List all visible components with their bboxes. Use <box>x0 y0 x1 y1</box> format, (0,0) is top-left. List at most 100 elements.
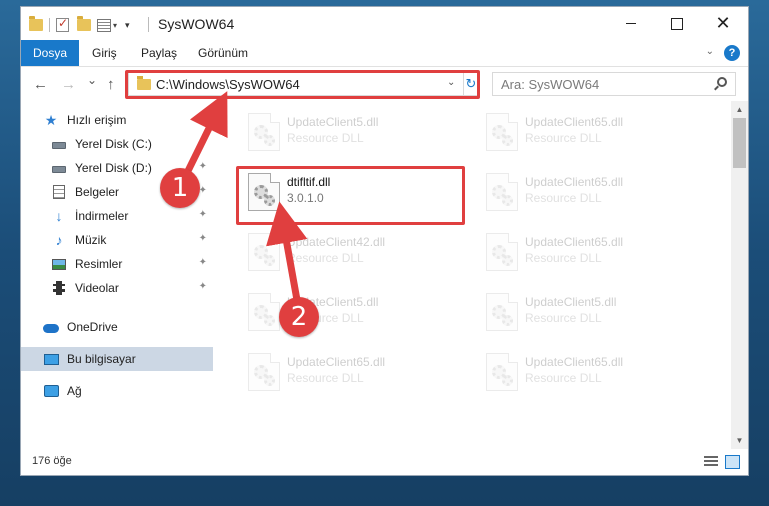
close-button[interactable]: ✕ <box>700 7 746 40</box>
music-icon: ♪ <box>55 232 63 248</box>
file-tile[interactable]: UpdateClient5.dll Resource DLL <box>238 109 468 157</box>
network-icon <box>43 385 59 397</box>
step-2-badge: 2 <box>279 297 319 337</box>
file-description: Resource DLL <box>525 191 602 205</box>
back-button[interactable]: ← <box>33 76 48 93</box>
file-tile[interactable]: UpdateClient65.dll Resource DLL <box>476 169 706 217</box>
expand-ribbon-icon[interactable]: ⌄ <box>706 46 714 57</box>
search-box[interactable]: Ara: SysWOW64 <box>492 72 736 96</box>
dll-file-icon <box>486 113 518 151</box>
videos-icon <box>53 281 65 295</box>
sidebar-item-label: Bu bilgisayar <box>67 352 136 366</box>
onedrive-icon <box>43 324 59 333</box>
file-tile[interactable]: UpdateClient65.dll Resource DLL <box>476 109 706 157</box>
address-highlight-box <box>125 70 480 99</box>
minimize-button[interactable] <box>608 7 654 40</box>
dll-file-icon <box>486 353 518 391</box>
sidebar-item-music[interactable]: ♪ Müzik ✦ <box>51 228 213 252</box>
file-tile[interactable]: UpdateClient42.dll Resource DLL <box>238 229 468 277</box>
window-title: SysWOW64 <box>147 16 235 32</box>
file-list: UpdateClient5.dll Resource DLL UpdateCli… <box>216 101 731 449</box>
title-bar: ▾ ▾ SysWOW64 ✕ <box>21 7 748 40</box>
file-description: Resource DLL <box>287 131 364 145</box>
recent-locations-button[interactable]: ⌄ <box>87 73 97 87</box>
tab-share[interactable]: Paylaş <box>129 40 189 66</box>
sidebar-item-label: Belgeler <box>75 185 120 199</box>
sidebar-item-label: Müzik <box>75 233 107 247</box>
navigation-bar: ← → ⌄ ↑ C:\Windows\SysWOW64 ⌄ ↻ Ara: Sys… <box>21 67 748 101</box>
file-description: Resource DLL <box>287 251 364 265</box>
file-description: Resource DLL <box>525 311 602 325</box>
sidebar-item-label: OneDrive <box>67 320 118 334</box>
pin-icon: ✦ <box>198 161 207 172</box>
sidebar-item-label: Videolar <box>75 281 119 295</box>
pin-icon: ✦ <box>198 257 207 268</box>
folder-icon <box>29 16 43 31</box>
dll-file-icon <box>486 293 518 331</box>
scroll-thumb[interactable] <box>733 118 746 168</box>
up-button[interactable]: ↑ <box>107 76 115 93</box>
dll-file-icon <box>248 113 280 151</box>
step-1-badge: 1 <box>160 168 200 208</box>
this-pc-icon <box>43 353 59 365</box>
documents-icon <box>53 185 65 199</box>
forward-button[interactable]: → <box>61 76 76 93</box>
help-icon[interactable]: ? <box>724 45 740 61</box>
tab-home[interactable]: Giriş <box>80 40 129 66</box>
drive-icon <box>52 166 66 173</box>
scroll-down-button[interactable]: ▼ <box>731 432 748 449</box>
sidebar-item-label: İndirmeler <box>75 209 129 223</box>
file-description: Resource DLL <box>287 371 364 385</box>
scroll-up-button[interactable]: ▲ <box>731 101 748 118</box>
item-count: 176 öğe <box>32 455 72 467</box>
sidebar-item-label: Yerel Disk (D:) <box>75 161 152 175</box>
vertical-scrollbar[interactable]: ▲ ▼ <box>731 101 748 449</box>
status-bar: 176 öğe <box>21 449 748 475</box>
details-view-icon[interactable] <box>704 456 718 468</box>
file-name: UpdateClient42.dll <box>287 235 386 249</box>
maximize-button[interactable] <box>654 7 700 40</box>
file-name: UpdateClient65.dll <box>525 355 624 369</box>
large-icons-view-icon[interactable] <box>725 455 740 469</box>
file-explorer-window: ▾ ▾ SysWOW64 ✕ Dosya Giriş Paylaş Görünü… <box>20 6 749 476</box>
sidebar-item-local-disk-c[interactable]: Yerel Disk (C:) <box>51 132 213 156</box>
sidebar-item-videos[interactable]: Videolar ✦ <box>51 276 213 300</box>
file-tile[interactable]: UpdateClient65.dll Resource DLL <box>476 229 706 277</box>
search-icon[interactable] <box>717 77 727 87</box>
file-tile[interactable]: UpdateClient5.dll Resource DLL <box>476 289 706 337</box>
sidebar-item-this-pc[interactable]: Bu bilgisayar <box>21 347 213 371</box>
pin-icon: ✦ <box>198 281 207 292</box>
tab-view[interactable]: Görünüm <box>186 40 260 66</box>
file-name: UpdateClient65.dll <box>287 355 386 369</box>
dll-file-icon <box>248 353 280 391</box>
tab-file[interactable]: Dosya <box>21 40 80 66</box>
dll-file-icon <box>248 293 280 331</box>
file-description: Resource DLL <box>525 251 602 265</box>
pictures-icon <box>52 258 66 270</box>
file-name: UpdateClient65.dll <box>525 235 624 249</box>
toolbar-divider <box>49 18 50 32</box>
sidebar-item-network[interactable]: Ağ <box>43 379 213 403</box>
ribbon-tabs: Dosya Giriş Paylaş Görünüm ⌄ ? <box>21 40 748 67</box>
file-name: UpdateClient5.dll <box>287 115 379 129</box>
drive-icon <box>52 142 66 149</box>
properties-check-icon[interactable] <box>56 16 69 32</box>
dll-file-icon <box>248 233 280 271</box>
sidebar-item-quick-access[interactable]: ★ Hızlı erişim <box>43 108 213 132</box>
file-name: UpdateClient65.dll <box>525 175 624 189</box>
download-icon: ↓ <box>55 208 63 224</box>
file-tile[interactable]: UpdateClient65.dll Resource DLL <box>476 349 706 397</box>
file-tile[interactable]: UpdateClient5.dll Resource DLL <box>238 289 468 337</box>
file-name: UpdateClient65.dll <box>525 115 624 129</box>
sidebar-item-pictures[interactable]: Resimler ✦ <box>51 252 213 276</box>
file-name: UpdateClient5.dll <box>525 295 617 309</box>
pin-icon: ✦ <box>198 233 207 244</box>
customize-toolbar-icon[interactable] <box>97 18 111 32</box>
file-tile[interactable]: UpdateClient65.dll Resource DLL <box>238 349 468 397</box>
sidebar-item-downloads[interactable]: ↓ İndirmeler ✦ <box>51 204 213 228</box>
toolbar-dropdown-icon[interactable]: ▾ <box>125 20 130 31</box>
sidebar-item-label: Yerel Disk (C:) <box>75 137 152 151</box>
new-folder-icon[interactable] <box>77 16 91 31</box>
sidebar-item-onedrive[interactable]: OneDrive <box>43 315 213 339</box>
chevron-down-icon[interactable]: ▾ <box>113 21 117 30</box>
